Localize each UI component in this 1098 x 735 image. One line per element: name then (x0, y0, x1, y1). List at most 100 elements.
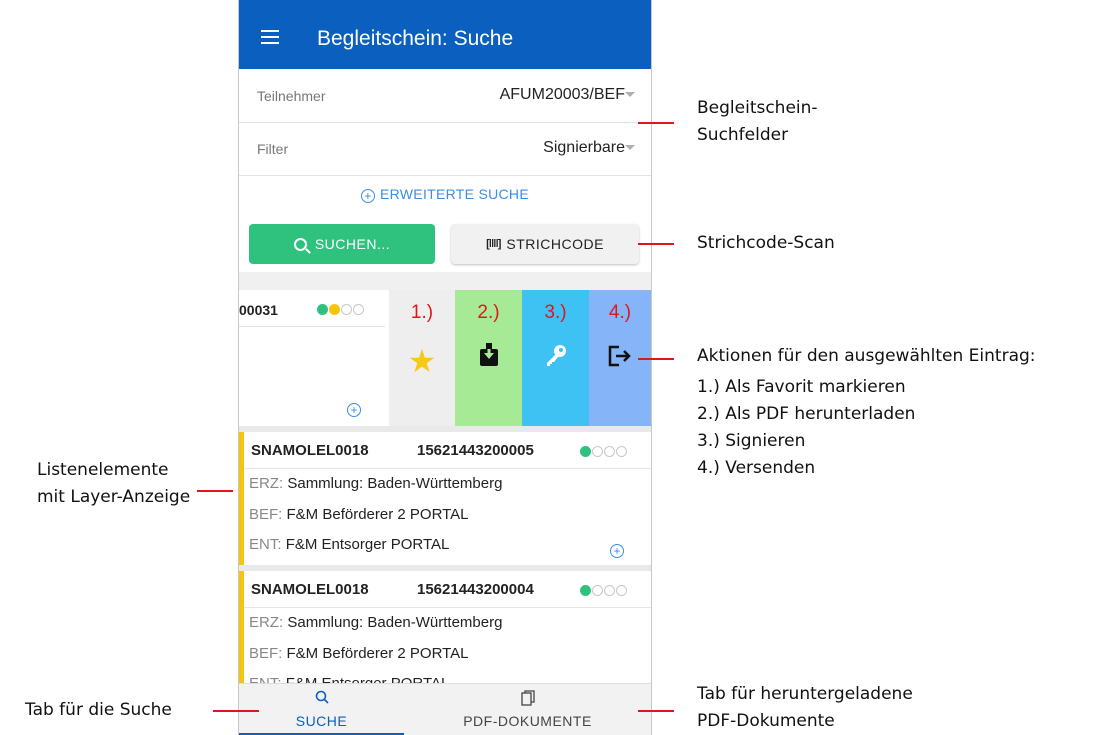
annotation-search-fields: Begleitschein- Suchfelder (697, 95, 818, 149)
annotation-pdf-tab: Tab für heruntergeladene PDF-Dokumente (697, 681, 913, 735)
phone-screen: Begleitschein: Suche Teilnehmer AFUM2000… (238, 0, 652, 735)
star-icon: ★ (407, 343, 437, 379)
documents-icon (404, 690, 651, 710)
annotation-text: 2.) Als PDF herunterladen (697, 404, 916, 424)
annotation-line (197, 490, 233, 492)
item-number: 15621443200004 (417, 581, 534, 598)
favorite-action[interactable]: 1.) ★ (389, 290, 455, 426)
plus-circle-icon: + (361, 189, 375, 203)
tab-pdf-documents[interactable]: PDF-DOKUMENTE (404, 684, 651, 735)
layer-indicator (580, 585, 627, 596)
generator-value: Sammlung: Baden-Württemberg (287, 475, 503, 492)
annotation-actions: Aktionen für den ausgewählten Eintrag: 1… (697, 343, 1036, 482)
annotation-text: mit Layer-Anzeige (37, 487, 191, 507)
list-item[interactable]: SNAMOLEL0018 15621443200004 ERZ: Sammlun… (239, 571, 651, 683)
swiped-list-item[interactable]: 00031 + 1.) ★ 2.) 3.) 4.) (239, 290, 651, 426)
annotation-line (638, 243, 674, 245)
annotation-text: Aktionen für den ausgewählten Eintrag: (697, 346, 1036, 366)
layer-dot (580, 585, 591, 596)
search-button[interactable]: SUCHEN... (249, 224, 435, 264)
barcode-button-label: STRICHCODE (506, 236, 604, 252)
action-number: 1.) (410, 302, 434, 323)
annotation-text: Tab für heruntergeladene (697, 684, 913, 704)
list-item[interactable]: SNAMOLEL0018 15621443200005 ERZ: Sammlun… (239, 432, 651, 565)
download-action[interactable]: 2.) (455, 290, 522, 426)
item-id: SNAMOLEL0018 (251, 442, 369, 459)
layer-dot (592, 446, 603, 457)
layer-dot (616, 446, 627, 457)
participant-value: AFUM20003/BEF (499, 86, 625, 103)
action-number: 4.) (608, 302, 632, 323)
annotation-line (213, 710, 259, 712)
item-number: 15621443200005 (417, 442, 534, 459)
layer-dot (341, 304, 352, 315)
annotation-line (638, 358, 674, 360)
layer-dot (353, 304, 364, 315)
carrier-value: F&M Beförderer 2 PORTAL (286, 506, 469, 523)
filter-label: Filter (257, 141, 289, 157)
chevron-down-icon (625, 92, 635, 97)
search-icon (239, 690, 404, 708)
swiped-item-card[interactable]: 00031 + (239, 290, 389, 426)
download-icon (455, 342, 522, 374)
item-id: SNAMOLEL0018 (251, 581, 369, 598)
tab-search[interactable]: SUCHE (239, 684, 404, 735)
carrier-row: BEF: F&M Beförderer 2 PORTAL (249, 506, 469, 523)
key-icon (522, 342, 589, 374)
tab-search-label: SUCHE (295, 713, 348, 729)
tab-pdf-label: PDF-DOKUMENTE (463, 713, 592, 729)
generator-key: ERZ: (249, 475, 284, 492)
filter-value: Signierbare (543, 139, 625, 156)
divider (244, 468, 651, 469)
annotation-text: Suchfelder (697, 125, 789, 145)
divider (239, 272, 651, 290)
extended-search-link[interactable]: + ERWEITERTE SUCHE (239, 186, 651, 203)
sign-action[interactable]: 3.) (522, 290, 589, 426)
layer-indicator (580, 446, 627, 457)
generator-row: ERZ: Sammlung: Baden-Württemberg (249, 614, 502, 631)
disposer-row: ENT: F&M Entsorger PORTAL (249, 675, 449, 683)
search-button-label: SUCHEN... (314, 236, 391, 252)
annotation-text: 4.) Versenden (697, 458, 816, 478)
layer-dot (580, 446, 591, 457)
disposer-key: ENT: (249, 675, 282, 683)
annotation-text: Listenelemente (37, 460, 169, 480)
barcode-icon: [‖‖] (486, 238, 501, 250)
layer-dot (616, 585, 627, 596)
annotation-text: PDF-Dokumente (697, 711, 835, 731)
extended-search-label: ERWEITERTE SUCHE (380, 186, 529, 202)
disposer-key: ENT: (249, 536, 282, 553)
chevron-down-icon (625, 145, 635, 150)
page-title: Begleitschein: Suche (317, 27, 514, 50)
disposer-row: ENT: F&M Entsorger PORTAL (249, 536, 449, 553)
action-number: 2.) (477, 302, 500, 323)
app-bar: Begleitschein: Suche (239, 0, 651, 69)
barcode-button[interactable]: [‖‖] STRICHCODE (451, 224, 639, 264)
annotation-barcode: Strichcode-Scan (697, 233, 835, 253)
expand-icon[interactable]: + (347, 403, 361, 417)
layer-dot (604, 585, 615, 596)
layer-dot (592, 585, 603, 596)
annotation-list-items: Listenelemente mit Layer-Anzeige (37, 457, 190, 511)
filter-select[interactable]: Filter Signierbare (239, 123, 651, 176)
layer-dot (329, 304, 340, 315)
carrier-key: BEF: (249, 645, 283, 662)
participant-select[interactable]: Teilnehmer AFUM20003/BEF (239, 70, 651, 123)
bottom-tab-bar: SUCHE PDF-DOKUMENTE (239, 683, 651, 735)
annotation-search-tab: Tab für die Suche (25, 700, 172, 720)
layer-dot (604, 446, 615, 457)
generator-key: ERZ: (249, 614, 284, 631)
layer-dot (317, 304, 328, 315)
annotation-text: 1.) Als Favorit markieren (697, 377, 906, 397)
annotation-text: Begleitschein- (697, 98, 818, 118)
item-number: 00031 (239, 302, 278, 318)
divider (239, 326, 385, 327)
menu-icon[interactable] (261, 30, 279, 44)
divider (244, 607, 651, 608)
annotation-line (638, 710, 674, 712)
generator-value: Sammlung: Baden-Württemberg (287, 614, 503, 631)
action-number: 3.) (544, 302, 567, 323)
expand-icon[interactable]: + (610, 544, 624, 558)
annotation-line (638, 122, 674, 124)
search-icon (293, 237, 307, 251)
